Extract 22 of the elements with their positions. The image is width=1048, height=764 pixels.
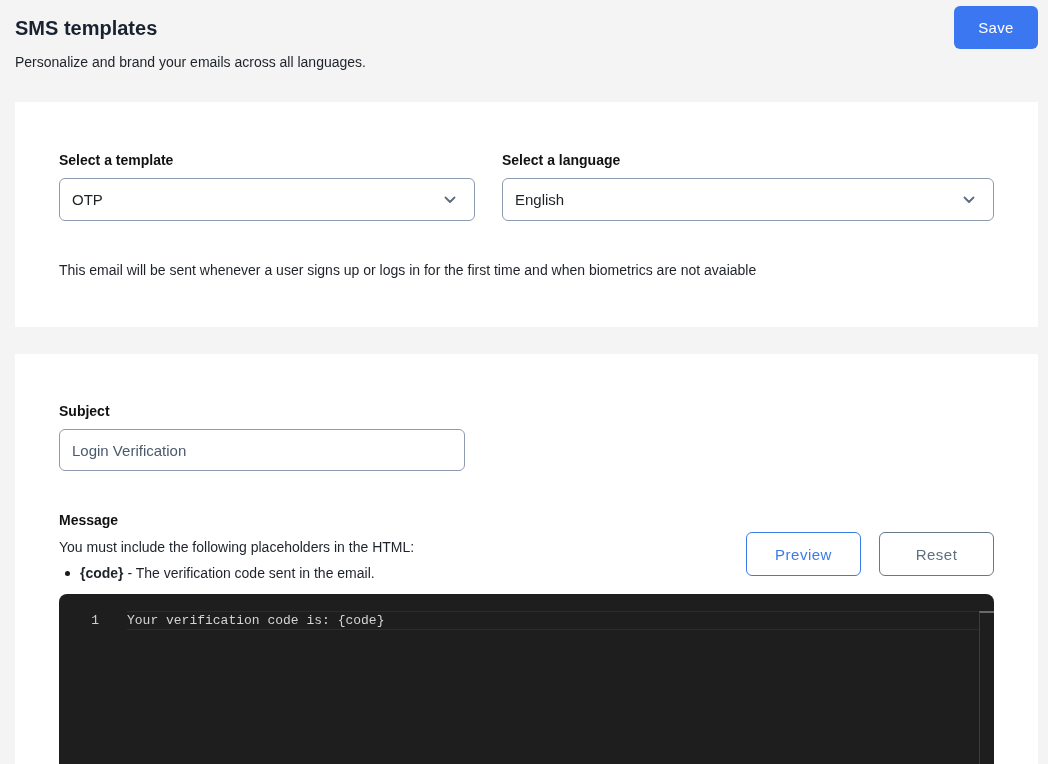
page-title: SMS templates	[15, 16, 159, 40]
chevron-down-icon	[963, 195, 975, 204]
field-label: Select a template	[59, 151, 175, 170]
save-button[interactable]: Save	[954, 6, 1038, 49]
line-number: 1	[90, 613, 99, 628]
template-description: This email will be sent whenever a user signs up or logs in for the first time and when biometrics are not avaiable	[59, 261, 758, 280]
subject-field[interactable]: Login Verification	[59, 429, 465, 471]
message-instructions: You must include the following placeholders in the HTML:	[59, 538, 415, 557]
field-label: Select a language	[502, 151, 622, 170]
preview-button[interactable]: Preview	[746, 532, 861, 576]
reset-button[interactable]: Reset	[879, 532, 994, 576]
bullet-icon	[65, 570, 70, 576]
scrollbar[interactable]	[979, 611, 994, 764]
code-line: Your verification code is: {code}	[127, 611, 979, 630]
field-label: Message	[59, 511, 120, 530]
placeholder-note: {code} - The verification code sent in the email.	[80, 564, 375, 583]
dropdown[interactable]: English	[502, 178, 994, 221]
field-label: Subject	[59, 402, 111, 421]
code-editor[interactable]: 1 Your verification code is: {code}	[59, 594, 994, 764]
page-subtitle: Personalize and brand your emails across all languages.	[15, 53, 366, 72]
dropdown[interactable]: OTP	[59, 178, 475, 221]
chevron-down-icon	[444, 195, 456, 204]
